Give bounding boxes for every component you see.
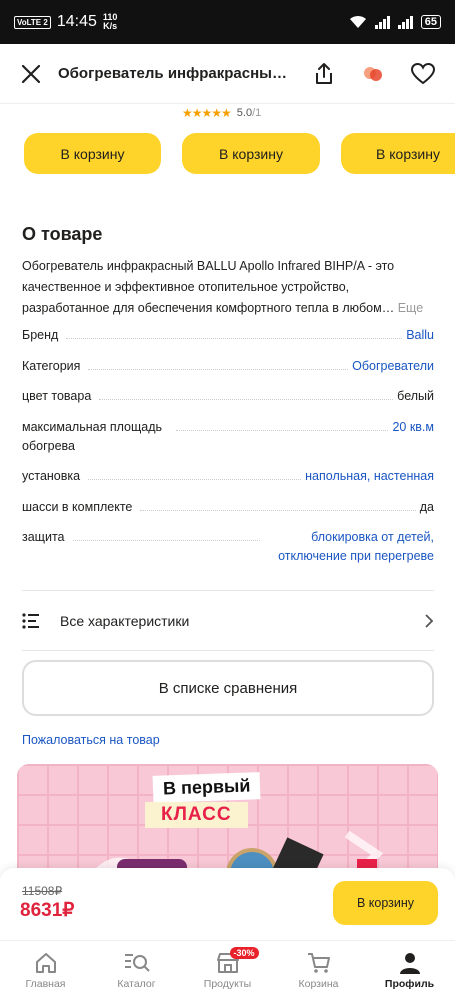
spec-value-installation-link[interactable]: напольная, настенная	[305, 467, 434, 486]
rating-stars-icon: ★★★★★	[182, 106, 232, 120]
status-time: 14:45	[56, 13, 97, 30]
promo-banner[interactable]: В первый КЛАСС	[17, 764, 438, 884]
rating-value: 5.0	[236, 107, 253, 119]
spec-label: защита	[22, 528, 69, 566]
signal-icon-2	[397, 15, 413, 29]
description-text: Обогреватель инфракрасный BALLU Apollo I…	[22, 259, 395, 315]
purchase-bar: 11508₽ 8631₽ В корзину	[0, 868, 455, 940]
tab-profile-label: Профиль	[384, 977, 435, 990]
rating-count: /1	[252, 107, 262, 119]
tab-home[interactable]: Главная	[0, 941, 91, 1000]
current-price: 8631₽	[20, 900, 75, 921]
tab-cart-label: Корзина	[298, 977, 339, 990]
status-bar: VoLTE 2 14:45 110 K/s 65	[0, 0, 455, 44]
spec-label: установка	[22, 467, 85, 486]
spec-label: Бренд	[22, 326, 63, 345]
cart-icon	[307, 952, 330, 973]
spec-row-protection: защита блокировка от детей, отключение пр…	[22, 528, 434, 566]
bottom-tab-bar: Главная Каталог -30% Продукты Корзина Пр…	[0, 940, 455, 1000]
volte-indicator: VoLTE 2	[14, 15, 51, 29]
spec-value-protection-link[interactable]: блокировка от детей, отключение при пере…	[264, 528, 434, 566]
spec-value-brand-link[interactable]: Ballu	[406, 326, 434, 345]
about-title: О товаре	[22, 224, 103, 244]
spec-row-category: Категория Обогреватели	[22, 357, 434, 376]
tab-products-label: Продукты	[203, 977, 252, 990]
tab-products[interactable]: -30% Продукты	[182, 941, 273, 1000]
carousel-cart-button-2[interactable]: В корзину	[182, 133, 320, 174]
spec-label: цвет товара	[22, 387, 96, 406]
network-speed: 110 K/s	[103, 13, 118, 31]
spec-row-brand: Бренд Ballu	[22, 326, 434, 345]
carousel-cart-button-1[interactable]: В корзину	[24, 133, 161, 174]
signal-icon	[374, 15, 390, 29]
spec-label: шасси в комплекте	[22, 498, 137, 517]
add-to-cart-button[interactable]: В корзину	[333, 881, 438, 925]
banner-headline: В первый	[152, 772, 261, 803]
product-rating: ★★★★★ 5.0/1	[182, 106, 261, 120]
battery-icon: 65	[420, 15, 441, 29]
spec-label: Категория	[22, 357, 85, 376]
share-icon[interactable]	[313, 62, 335, 86]
spec-value-category-link[interactable]: Обогреватели	[352, 357, 434, 376]
wifi-icon	[349, 15, 366, 28]
all-specs-label: Все характеристики	[60, 613, 190, 629]
spec-row-color: цвет товара белый	[22, 387, 434, 406]
discount-badge: -30%	[229, 947, 259, 959]
favorite-heart-icon[interactable]	[411, 62, 435, 85]
carousel-cart-button-3[interactable]: В корзину	[341, 133, 455, 174]
product-description: Обогреватель инфракрасный BALLU Apollo I…	[22, 256, 434, 319]
spec-row-area: максимальная площадь обогрева 20 кв.м	[22, 418, 434, 456]
catalog-search-icon	[124, 953, 150, 972]
divider	[22, 590, 434, 591]
page-title: Обогреватель инфракрасный BALLU Apollo I…	[58, 65, 288, 82]
tab-catalog-label: Каталог	[117, 977, 156, 990]
compare-icon[interactable]	[361, 63, 385, 85]
close-icon[interactable]	[20, 63, 42, 85]
divider	[22, 650, 434, 651]
spec-value-area-link[interactable]: 20 кв.м	[392, 418, 434, 456]
rating-score: 5.0/1	[237, 107, 261, 119]
all-specs-row[interactable]: Все характеристики	[22, 608, 434, 634]
old-price: 11508₽	[22, 884, 63, 898]
tab-cart[interactable]: Корзина	[273, 941, 364, 1000]
more-link[interactable]: Еще	[398, 301, 423, 315]
profile-icon	[399, 952, 420, 974]
home-icon	[35, 952, 56, 973]
chevron-right-icon	[425, 614, 434, 628]
spec-value: да	[419, 498, 434, 517]
compare-list-button[interactable]: В списке сравнения	[22, 660, 434, 716]
spec-value: белый	[397, 387, 434, 406]
tab-profile[interactable]: Профиль	[364, 941, 455, 1000]
product-header: Обогреватель инфракрасный BALLU Apollo I…	[0, 44, 455, 104]
list-icon	[22, 613, 39, 629]
tab-catalog[interactable]: Каталог	[91, 941, 182, 1000]
speed-unit: K/s	[103, 21, 118, 31]
spec-row-chassis: шасси в комплекте да	[22, 498, 434, 517]
spec-label: максимальная площадь обогрева	[22, 418, 172, 456]
tab-home-label: Главная	[25, 977, 66, 990]
spec-row-installation: установка напольная, настенная	[22, 467, 434, 486]
report-product-link[interactable]: Пожаловаться на товар	[22, 733, 160, 747]
